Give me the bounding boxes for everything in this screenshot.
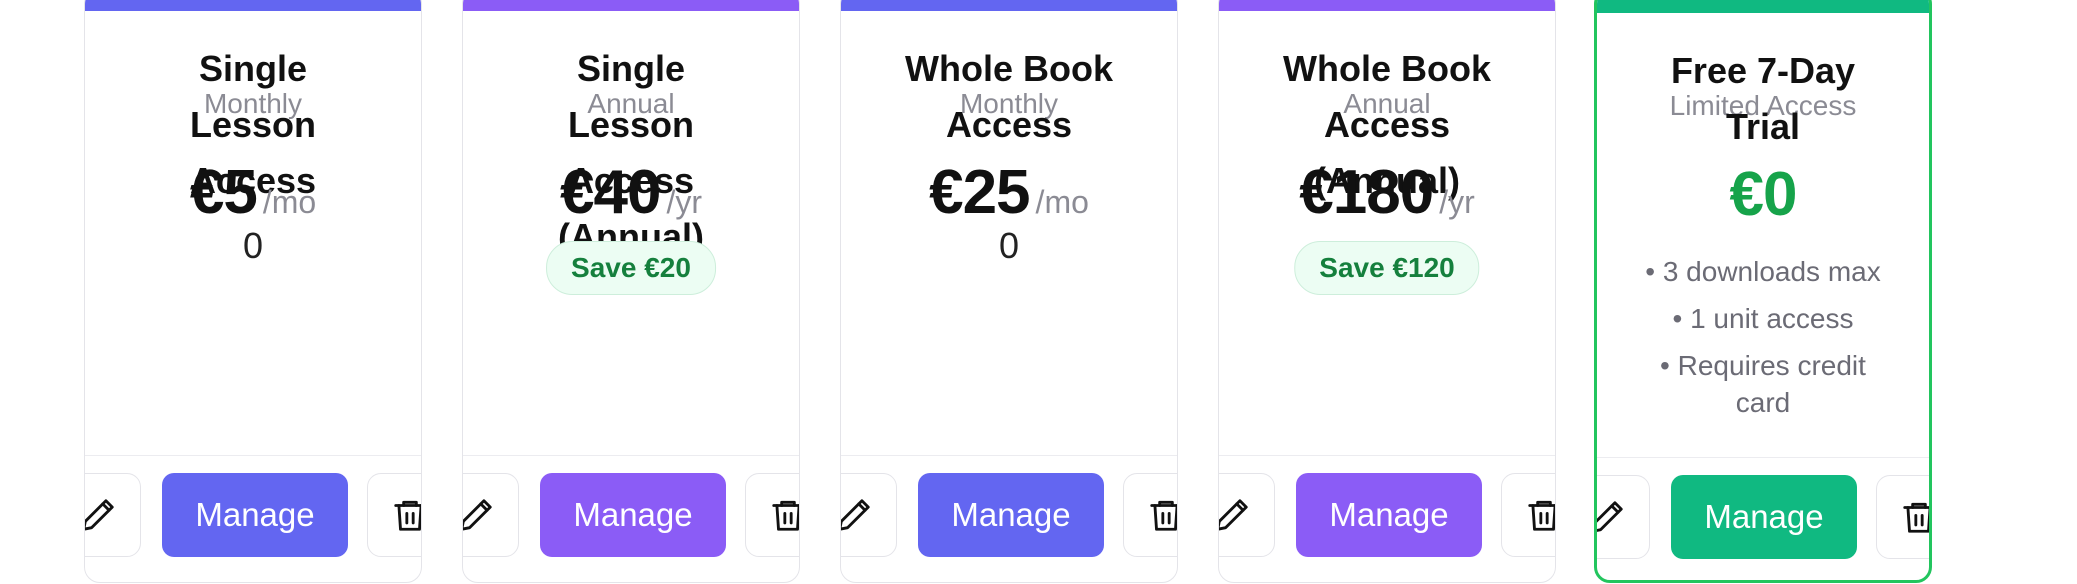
plan-price: €0 xyxy=(1729,160,1798,229)
card-divider xyxy=(85,455,421,456)
card-divider xyxy=(463,455,799,456)
card-divider xyxy=(1597,457,1929,458)
trash-icon xyxy=(1903,502,1929,533)
plan-card-free-trial: Limited Access Free 7-Day Trial €0 • 3 d… xyxy=(1594,0,1932,583)
edit-button[interactable] xyxy=(463,473,519,557)
plan-period: /mo xyxy=(1035,184,1089,220)
delete-button[interactable] xyxy=(367,473,421,557)
plan-price: €5 xyxy=(189,158,258,227)
feature-list: • 3 downloads max • 1 unit access • Requ… xyxy=(1597,253,1929,431)
plan-price-row: €180/yr xyxy=(1219,157,1555,228)
trash-icon xyxy=(1150,500,1177,531)
plan-price-row: €40/yr xyxy=(463,157,799,228)
plan-period: /yr xyxy=(1439,184,1475,220)
plan-price: €40 xyxy=(560,158,661,227)
edit-button[interactable] xyxy=(841,473,897,557)
plan-card-single-lesson-annual: Annual Single Lesson Access (Annual) €40… xyxy=(462,0,800,583)
plan-title: Free 7-Day Trial xyxy=(1670,50,1856,147)
manage-button[interactable]: Manage xyxy=(918,473,1104,557)
edit-button[interactable] xyxy=(1219,473,1275,557)
feature-item: • 1 unit access xyxy=(1672,303,1854,334)
manage-button[interactable]: Manage xyxy=(1671,475,1857,559)
plan-extra-value: 0 xyxy=(998,225,1020,266)
card-divider xyxy=(1219,455,1555,456)
manage-button[interactable]: Manage xyxy=(540,473,726,557)
manage-button[interactable]: Manage xyxy=(1296,473,1482,557)
plan-price-row: €0 xyxy=(1597,159,1929,230)
delete-button[interactable] xyxy=(1501,473,1555,557)
feature-item: • 3 downloads max xyxy=(1645,256,1881,287)
pencil-icon xyxy=(841,499,870,531)
savings-badge: Save €120 xyxy=(1294,241,1480,295)
trash-icon xyxy=(1528,500,1555,531)
delete-button[interactable] xyxy=(745,473,799,557)
edit-button[interactable] xyxy=(1597,475,1650,559)
plan-card-whole-book-annual: Annual Whole Book Access (Annual) €180/y… xyxy=(1218,0,1556,583)
plan-price-row: €25/mo xyxy=(841,157,1177,228)
card-divider xyxy=(841,455,1177,456)
pencil-icon xyxy=(1219,499,1248,531)
plan-card-whole-book-monthly: Monthly Whole Book Access €25/mo 0 Manag… xyxy=(840,0,1178,583)
pencil-icon xyxy=(85,499,114,531)
pencil-icon xyxy=(1597,501,1623,532)
plan-price-row: €5/mo xyxy=(85,157,421,228)
edit-button[interactable] xyxy=(85,473,141,557)
plan-price: €180 xyxy=(1299,158,1434,227)
manage-button[interactable]: Manage xyxy=(162,473,348,557)
savings-badge: Save €20 xyxy=(546,241,716,295)
plan-period: /yr xyxy=(666,184,702,220)
trash-icon xyxy=(772,500,799,531)
plan-title: Single Lesson Access (Annual) xyxy=(558,48,704,257)
plan-card-single-lesson-monthly: Monthly Single Lesson Access €5/mo 0 Man… xyxy=(84,0,422,583)
plan-period: /mo xyxy=(262,184,317,220)
plan-extra-value: 0 xyxy=(242,225,264,266)
feature-item: • Requires credit card xyxy=(1660,350,1866,418)
plan-title: Whole Book Access xyxy=(905,48,1113,145)
pencil-icon xyxy=(463,499,492,531)
delete-button[interactable] xyxy=(1123,473,1177,557)
trash-icon xyxy=(394,500,421,531)
plan-price: €25 xyxy=(929,158,1030,227)
delete-button[interactable] xyxy=(1876,475,1929,559)
